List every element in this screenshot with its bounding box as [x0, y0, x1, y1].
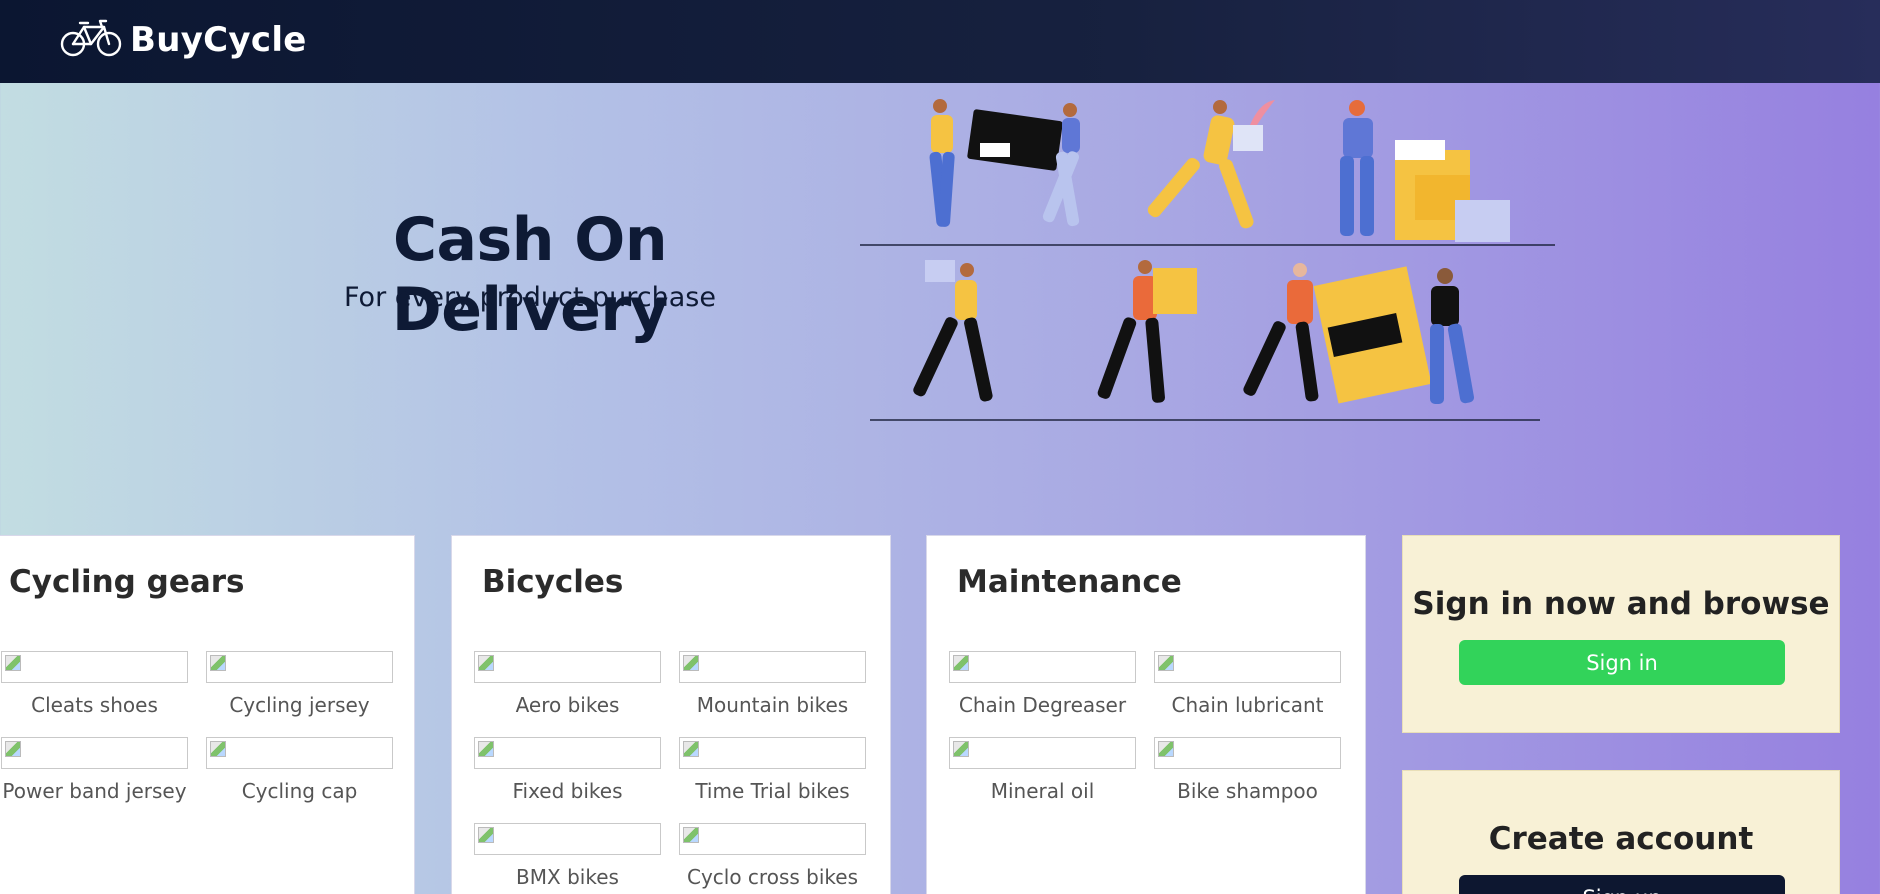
product-item[interactable]: Cycling jersey — [206, 651, 393, 717]
hero-subtitle: For every product purchase — [343, 282, 716, 313]
product-item[interactable]: Time Trial bikes — [679, 737, 866, 803]
signup-title: Create account — [1488, 821, 1754, 857]
product-image[interactable] — [1154, 737, 1341, 769]
category-title: Maintenance — [957, 564, 1182, 600]
product-image[interactable] — [679, 737, 866, 769]
product-item[interactable]: Aero bikes — [474, 651, 661, 717]
product-label: Bike shampoo — [1177, 779, 1318, 803]
delivery-illustration — [860, 99, 1555, 421]
product-label: Mineral oil — [990, 779, 1095, 803]
product-label: Cleats shoes — [31, 693, 158, 717]
product-image[interactable] — [1, 737, 188, 769]
category-title: Bicycles — [482, 564, 624, 600]
product-label: Cycling cap — [241, 779, 358, 803]
product-label: Cyclo cross bikes — [686, 865, 858, 889]
signin-panel: Sign in now and browse Sign in — [1402, 535, 1840, 733]
category-card-cycling-gears: Cycling gears Cleats shoes Cycling jerse… — [0, 535, 415, 894]
product-image[interactable] — [1154, 651, 1341, 683]
product-image[interactable] — [474, 651, 661, 683]
signup-button[interactable]: Sign up — [1459, 875, 1785, 894]
product-image[interactable] — [949, 651, 1136, 683]
product-image[interactable] — [679, 651, 866, 683]
product-label: BMX bikes — [516, 865, 619, 889]
product-item[interactable]: Cyclo cross bikes — [679, 823, 866, 889]
signin-button[interactable]: Sign in — [1459, 640, 1785, 685]
product-label: Mountain bikes — [696, 693, 849, 717]
product-item[interactable]: Bike shampoo — [1154, 737, 1341, 803]
product-item[interactable]: Cycling cap — [206, 737, 393, 803]
product-image[interactable] — [206, 737, 393, 769]
product-image[interactable] — [1, 651, 188, 683]
product-item[interactable]: Mineral oil — [949, 737, 1136, 803]
product-label: Fixed bikes — [512, 779, 623, 803]
product-item[interactable]: Power band jersey — [1, 737, 188, 803]
product-item[interactable]: Mountain bikes — [679, 651, 866, 717]
product-item[interactable]: Cleats shoes — [1, 651, 188, 717]
product-label: Chain lubricant — [1171, 693, 1324, 717]
category-title: Cycling gears — [9, 564, 245, 600]
top-navbar: BuyCycle — [0, 0, 1880, 83]
brand-name: BuyCycle — [130, 20, 307, 60]
product-label: Time Trial bikes — [695, 779, 850, 803]
product-item[interactable]: Fixed bikes — [474, 737, 661, 803]
product-item[interactable]: Chain lubricant — [1154, 651, 1341, 717]
product-label: Chain Degreaser — [958, 693, 1127, 717]
signin-title: Sign in now and browse — [1412, 586, 1830, 622]
signup-panel: Create account Sign up — [1402, 770, 1840, 894]
product-image[interactable] — [949, 737, 1136, 769]
product-label: Aero bikes — [515, 693, 620, 717]
bicycle-icon — [60, 18, 122, 62]
product-item[interactable]: BMX bikes — [474, 823, 661, 889]
product-image[interactable] — [679, 823, 866, 855]
category-card-maintenance: Maintenance Chain Degreaser Chain lubric… — [926, 535, 1366, 894]
brand-logo[interactable]: BuyCycle — [60, 18, 307, 62]
product-label: Power band jersey — [2, 779, 187, 803]
category-card-bicycles: Bicycles Aero bikes Mountain bikes Fixed… — [451, 535, 891, 894]
product-image[interactable] — [474, 737, 661, 769]
product-label: Cycling jersey — [229, 693, 370, 717]
product-image[interactable] — [474, 823, 661, 855]
product-item[interactable]: Chain Degreaser — [949, 651, 1136, 717]
product-image[interactable] — [206, 651, 393, 683]
hero-title: Cash On Delivery — [391, 205, 669, 345]
